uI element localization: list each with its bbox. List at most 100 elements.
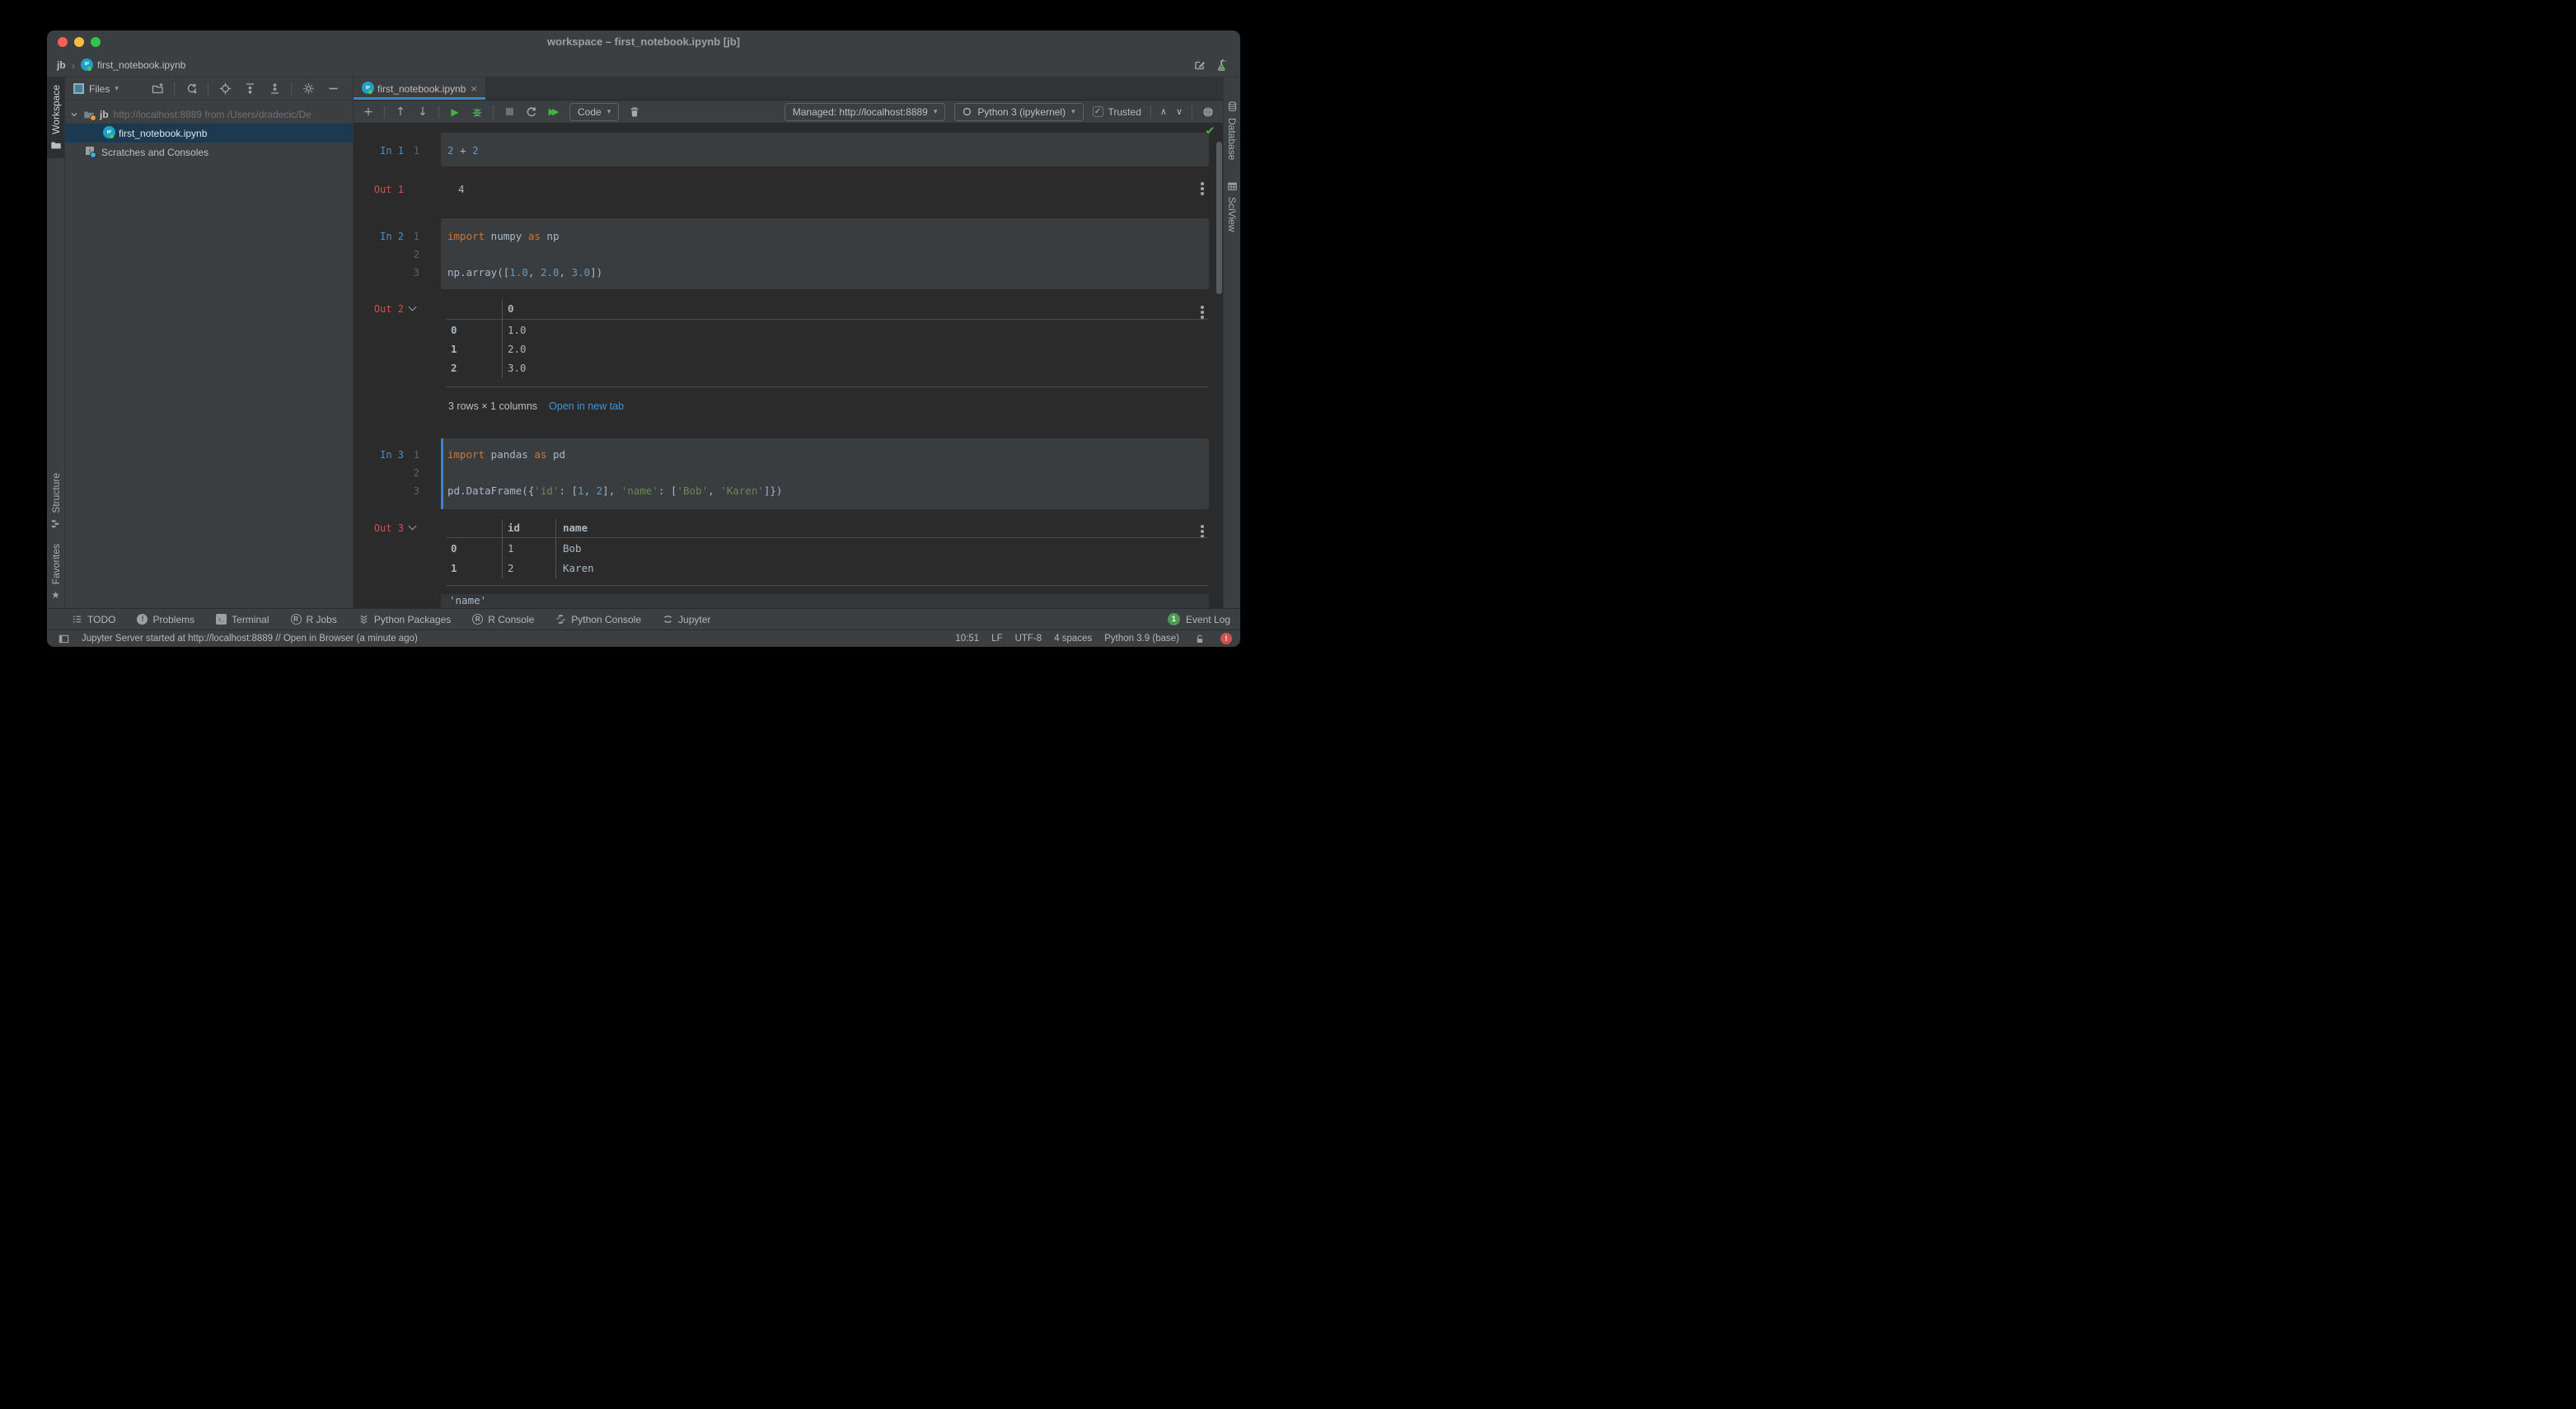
next-cell-icon[interactable]: ∨: [1176, 106, 1183, 117]
tool-window-tab-structure[interactable]: Structure: [47, 466, 64, 536]
hide-panel-minus-icon[interactable]: [325, 81, 341, 97]
stop-kernel-icon[interactable]: [503, 104, 516, 120]
minimize-window-button[interactable]: [74, 37, 84, 47]
jupyter-label: Jupyter: [678, 614, 710, 625]
previous-cell-icon[interactable]: ∧: [1160, 106, 1167, 117]
files-dropdown-caret-icon[interactable]: ▾: [115, 85, 119, 93]
trusted-checkbox[interactable]: ✓ Trusted: [1093, 106, 1141, 118]
toggle-tool-windows-icon[interactable]: [55, 630, 72, 647]
notifications-flask-icon[interactable]: [1214, 57, 1230, 73]
debug-cell-bug-icon[interactable]: [471, 104, 484, 120]
tool-window-button-problems[interactable]: ! Problems: [137, 614, 194, 625]
tree-row-scratches[interactable]: › Scratches and Consoles: [65, 143, 353, 161]
table-cell: 1: [451, 340, 457, 358]
tool-window-tab-sciview[interactable]: SciView: [1226, 181, 1238, 232]
expand-all-icon[interactable]: [241, 81, 258, 97]
cell-type-dropdown[interactable]: Code ▾: [569, 103, 619, 121]
encoding-widget[interactable]: UTF-8: [1015, 634, 1042, 644]
tool-window-tab-database[interactable]: Database: [1226, 101, 1238, 160]
unlocked-lock-icon[interactable]: [1192, 630, 1208, 647]
error-indicator-icon[interactable]: !: [1220, 633, 1232, 644]
code-line[interactable]: np.array([1.0, 2.0, 3.0]): [447, 264, 602, 282]
restart-kernel-icon[interactable]: [525, 104, 538, 120]
status-widgets: 10:51 LF UTF-8 4 spaces Python 3.9 (base…: [955, 630, 1232, 647]
line-number: 1: [404, 142, 419, 160]
output-1-kebab-menu-icon[interactable]: [1197, 182, 1208, 195]
partial-cell[interactable]: [441, 594, 1209, 608]
editor-scrollbar[interactable]: [1216, 142, 1222, 294]
tool-window-tab-favorites[interactable]: Favorites ★: [47, 536, 64, 608]
collapse-all-icon[interactable]: [266, 81, 283, 97]
interpreter-widget[interactable]: Python 3.9 (base): [1104, 634, 1179, 644]
close-window-button[interactable]: [58, 37, 68, 47]
close-tab-icon[interactable]: ×: [471, 82, 477, 95]
window-title: workspace – first_notebook.ipynb [jb]: [47, 30, 1240, 54]
run-all-cells-icon[interactable]: ▶▶: [547, 104, 560, 120]
tool-window-button-python-console[interactable]: Python Console: [555, 614, 641, 625]
zoom-window-button[interactable]: [91, 37, 101, 47]
notebook-canvas[interactable]: ✔ In 1 1 2 + 2 Out 1 4 In 2 1 2 3 import…: [354, 124, 1223, 608]
python-console-label: Python Console: [571, 614, 641, 625]
edit-pencil-icon[interactable]: [1192, 57, 1208, 73]
tool-window-tab-workspace[interactable]: Workspace: [47, 77, 64, 158]
tree-row-notebook[interactable]: IP first_notebook.ipynb: [65, 124, 353, 143]
chevron-down-icon[interactable]: [70, 110, 78, 119]
move-cell-up-icon[interactable]: ↑: [394, 104, 407, 120]
output-3-kebab-menu-icon[interactable]: [1197, 525, 1208, 538]
table-cell: 2.0: [508, 340, 527, 358]
table-cell: 1.0: [508, 321, 527, 339]
run-cell-icon[interactable]: ▶: [448, 104, 461, 120]
tool-window-button-todo[interactable]: TODO: [72, 614, 115, 625]
tool-window-button-jupyter[interactable]: Jupyter: [663, 614, 710, 625]
tree-root-label: jb: [100, 109, 109, 120]
dropdown-caret-icon: ▾: [934, 108, 938, 116]
refresh-icon[interactable]: [183, 81, 199, 97]
project-folder-icon: [83, 109, 95, 120]
code-cell-1[interactable]: [441, 133, 1209, 166]
ipynb-file-icon: IP: [81, 60, 91, 71]
status-message[interactable]: Jupyter Server started at http://localho…: [82, 634, 418, 644]
open-in-browser-globe-icon[interactable]: [1201, 104, 1215, 120]
tool-window-button-r-console[interactable]: R R Console: [472, 614, 534, 625]
line-number: 3: [404, 264, 419, 282]
event-log-button[interactable]: 1 Event Log: [1168, 613, 1230, 625]
delete-cell-trash-icon[interactable]: [628, 104, 641, 120]
collapse-output-chevron-icon[interactable]: [409, 303, 417, 311]
output-2-kebab-menu-icon[interactable]: [1197, 306, 1208, 319]
indent-widget[interactable]: 4 spaces: [1054, 634, 1092, 644]
kernel-circle-icon: [962, 107, 972, 116]
code-line[interactable]: import pandas as pd: [447, 446, 565, 464]
code-line[interactable]: 2 + 2: [447, 142, 479, 160]
files-panel-title[interactable]: Files: [89, 83, 110, 95]
settings-gear-icon[interactable]: [300, 81, 316, 97]
kernel-dropdown[interactable]: Python 3 (ipykernel) ▾: [954, 103, 1083, 121]
tool-window-button-terminal[interactable]: ›_ Terminal: [216, 614, 269, 625]
code-line[interactable]: import numpy as np: [447, 227, 559, 246]
tool-window-button-r-jobs[interactable]: R R Jobs: [291, 614, 337, 625]
tab-first-notebook[interactable]: IP first_notebook.ipynb ×: [354, 77, 485, 100]
tree-row-root[interactable]: jb http://localhost:8889 from /Users/dra…: [65, 105, 353, 124]
cell-3-out-label: Out 3: [354, 519, 404, 537]
line-separator-widget[interactable]: LF: [991, 634, 1002, 644]
code-line[interactable]: pd.DataFrame({'id': [1, 2], 'name': ['Bo…: [447, 482, 782, 500]
title-bar[interactable]: workspace – first_notebook.ipynb [jb]: [47, 30, 1240, 54]
breadcrumb-project[interactable]: jb: [57, 59, 66, 71]
tree-root-detail: http://localhost:8889 from /Users/dradec…: [114, 109, 311, 120]
locate-target-icon[interactable]: [217, 81, 233, 97]
jupyter-server-dropdown[interactable]: Managed: http://localhost:8889 ▾: [785, 103, 946, 121]
tool-window-button-python-packages[interactable]: Python Packages: [358, 614, 451, 625]
files-panel: Files ▾: [65, 77, 354, 608]
cell-2-out-label: Out 2: [354, 300, 404, 318]
traffic-lights: [58, 37, 101, 47]
open-in-new-tab-link[interactable]: Open in new tab: [549, 398, 624, 414]
out2-col-header: 0: [508, 300, 514, 318]
kernel-value: Python 3 (ipykernel): [977, 106, 1066, 118]
cell-type-value: Code: [578, 106, 602, 118]
add-cell-icon[interactable]: +: [362, 104, 375, 120]
new-folder-icon[interactable]: [149, 81, 166, 97]
collapse-output-chevron-icon[interactable]: [409, 522, 417, 531]
r-icon: R: [291, 614, 302, 625]
breadcrumb-file[interactable]: first_notebook.ipynb: [97, 59, 185, 71]
move-cell-down-icon[interactable]: ↓: [416, 104, 429, 120]
python-packages-label: Python Packages: [374, 614, 451, 625]
